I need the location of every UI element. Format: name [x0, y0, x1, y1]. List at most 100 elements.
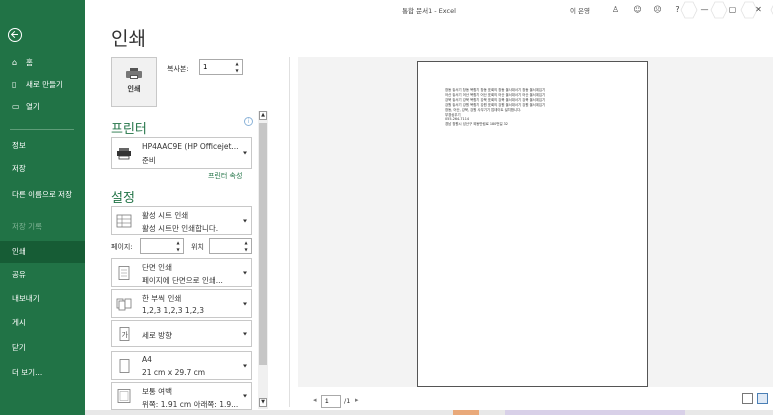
printer-properties-link[interactable]: 프린터 속성	[208, 171, 242, 181]
page-title: 인쇄	[111, 28, 146, 50]
page-number-box[interactable]	[321, 395, 341, 408]
nav-info-label: 정보	[12, 141, 26, 150]
margins-desc: 위쪽: 1.91 cm 아래쪽: 1.9...	[142, 400, 239, 409]
pages-from-up-icon[interactable]: ▲	[175, 240, 181, 245]
user-avatar-icon[interactable]: ♙	[610, 4, 621, 15]
paper-size-icon	[119, 358, 130, 373]
info-icon[interactable]: i	[244, 117, 253, 126]
zoom-to-page-icon[interactable]	[757, 393, 768, 404]
nav-history-label: 저장 기록	[12, 222, 42, 231]
print-button-label: 인쇄	[127, 85, 141, 93]
nav-save[interactable]: 저장	[0, 159, 85, 179]
pages-range: 페이지: ▲ ▼ 위치 ▲ ▼	[111, 238, 252, 254]
preview-divider	[289, 57, 290, 407]
sides-label: 단면 인쇄	[142, 263, 172, 272]
nav-print[interactable]: 인쇄	[0, 241, 85, 263]
copies-up-icon[interactable]: ▲	[234, 61, 240, 66]
page-number-input[interactable]	[322, 396, 340, 407]
collated-pages-icon	[116, 298, 132, 310]
pages-to-down-icon[interactable]: ▼	[243, 247, 249, 252]
nav-history: 저장 기록	[0, 217, 85, 237]
copies-down-icon[interactable]: ▼	[234, 68, 240, 73]
copies-stepper[interactable]: ▲ ▼	[199, 59, 243, 75]
minimize-icon[interactable]: —	[699, 4, 710, 15]
nav-share[interactable]: 공유	[0, 265, 85, 285]
paper-size-dropdown[interactable]: A4 21 cm x 29.7 cm	[111, 351, 252, 380]
orientation-label: 세로 방향	[142, 331, 172, 340]
open-folder-icon: ▭	[12, 102, 20, 111]
printer-section-title: 프린터	[111, 122, 147, 137]
copies-label: 복사본:	[167, 65, 189, 73]
orientation-dropdown[interactable]: 가 세로 방향	[111, 320, 252, 347]
sheet-grid-icon	[116, 214, 132, 227]
close-icon[interactable]: ✕	[753, 4, 764, 15]
chevron-down-icon	[243, 151, 247, 155]
nav-info[interactable]: 정보	[0, 136, 85, 156]
margins-icon	[117, 389, 131, 403]
prev-page-icon[interactable]: ◂	[313, 396, 317, 404]
collate-dropdown[interactable]: 한 부씩 인쇄 1,2,3 1,2,3 1,2,3	[111, 289, 252, 318]
scroll-thumb[interactable]	[259, 123, 267, 365]
paper-size-label: A4	[142, 355, 152, 364]
copies-input[interactable]	[200, 60, 234, 74]
window-title: 통합 문서1 - Excel	[402, 7, 456, 15]
next-page-icon[interactable]: ▸	[355, 396, 359, 404]
sides-dropdown[interactable]: 단면 인쇄 페이지에 단면으로 인쇄...	[111, 258, 252, 287]
back-arrow-icon[interactable]	[8, 28, 22, 42]
settings-section-title: 설정	[111, 191, 135, 206]
backstage-nav: ⌂ 홈 ▯ 새로 만들기 ▭ 열기 정보 저장 다른 이름으로 저장 저장 기록 인쇄…	[0, 0, 85, 415]
nav-more[interactable]: 더 보기...	[0, 363, 85, 383]
help-icon[interactable]: ?	[672, 4, 683, 15]
margins-dropdown[interactable]: 보통 여백 위쪽: 1.91 cm 아래쪽: 1.9...	[111, 382, 252, 410]
nav-close[interactable]: 닫기	[0, 338, 85, 358]
chevron-down-icon	[243, 219, 247, 222]
smile-feedback-icon[interactable]: ☺	[632, 4, 643, 15]
printer-status: 준비	[142, 156, 156, 165]
strip-segment	[453, 410, 479, 415]
printer-dropdown[interactable]: HP4AAC9E (HP Officejet... 준비	[111, 137, 252, 169]
print-what-dropdown[interactable]: 활성 시트 인쇄 활성 시트만 인쇄합니다.	[111, 206, 252, 235]
nav-save-as[interactable]: 다른 이름으로 저장	[0, 185, 72, 213]
nav-export[interactable]: 내보내기	[0, 289, 85, 309]
nav-save-as-label: 다른 이름으로 저장	[12, 190, 72, 199]
nav-export-label: 내보내기	[12, 294, 40, 303]
user-name[interactable]: 이 은영	[570, 5, 590, 15]
portrait-orientation-icon: 가	[119, 326, 130, 341]
nav-save-label: 저장	[12, 164, 26, 173]
pages-label: 페이지:	[111, 243, 133, 251]
print-button[interactable]: 인쇄	[111, 57, 157, 107]
chevron-down-icon	[243, 302, 247, 305]
scroll-up-icon[interactable]: ▲	[259, 111, 267, 120]
printer-name: HP4AAC9E (HP Officejet...	[142, 142, 239, 151]
nav-open[interactable]: ▭ 열기	[0, 97, 85, 117]
nav-publish[interactable]: 게시	[0, 313, 85, 333]
printer-device-icon	[117, 148, 131, 160]
frown-feedback-icon[interactable]: ☹	[652, 4, 663, 15]
nav-open-label: 열기	[26, 102, 40, 111]
pages-from-down-icon[interactable]: ▼	[175, 247, 181, 252]
home-icon: ⌂	[12, 58, 18, 67]
show-margins-icon[interactable]	[742, 393, 753, 404]
restore-icon[interactable]: ▢	[727, 4, 738, 15]
page-total: /1	[344, 397, 351, 405]
pages-from-input[interactable]: ▲ ▼	[140, 238, 184, 254]
nav-new[interactable]: ▯ 새로 만들기	[0, 75, 85, 95]
preview-page: 창동 놓서기 창동 복합기 창동 표회의 창동 올사대서기 창동 올서계입기 어…	[417, 61, 648, 387]
strip-segment	[505, 410, 685, 415]
settings-scrollbar[interactable]: ▲ ▼	[258, 111, 268, 409]
pages-to-input[interactable]: ▲ ▼	[209, 238, 252, 254]
print-what-desc: 활성 시트만 인쇄합니다.	[142, 224, 219, 233]
collate-desc: 1,2,3 1,2,3 1,2,3	[142, 306, 205, 315]
nav-share-label: 공유	[12, 270, 26, 279]
print-preview: 창동 놓서기 창동 복합기 창동 표회의 창동 올사대서기 창동 올서계입기 어…	[298, 57, 773, 387]
pages-to-label: 위치	[191, 243, 204, 251]
sides-desc: 페이지에 단면으로 인쇄...	[142, 276, 223, 285]
pages-to-up-icon[interactable]: ▲	[243, 240, 249, 245]
scroll-down-icon[interactable]: ▼	[259, 398, 267, 407]
preview-row: 경남 창원시 성산구 외동반림로 180번길 32	[445, 122, 508, 127]
new-file-icon: ▯	[12, 80, 17, 89]
bottom-strip	[85, 410, 773, 415]
nav-home-label: 홈	[26, 58, 33, 67]
nav-home[interactable]: ⌂ 홈	[0, 53, 85, 73]
svg-text:가: 가	[122, 330, 129, 339]
